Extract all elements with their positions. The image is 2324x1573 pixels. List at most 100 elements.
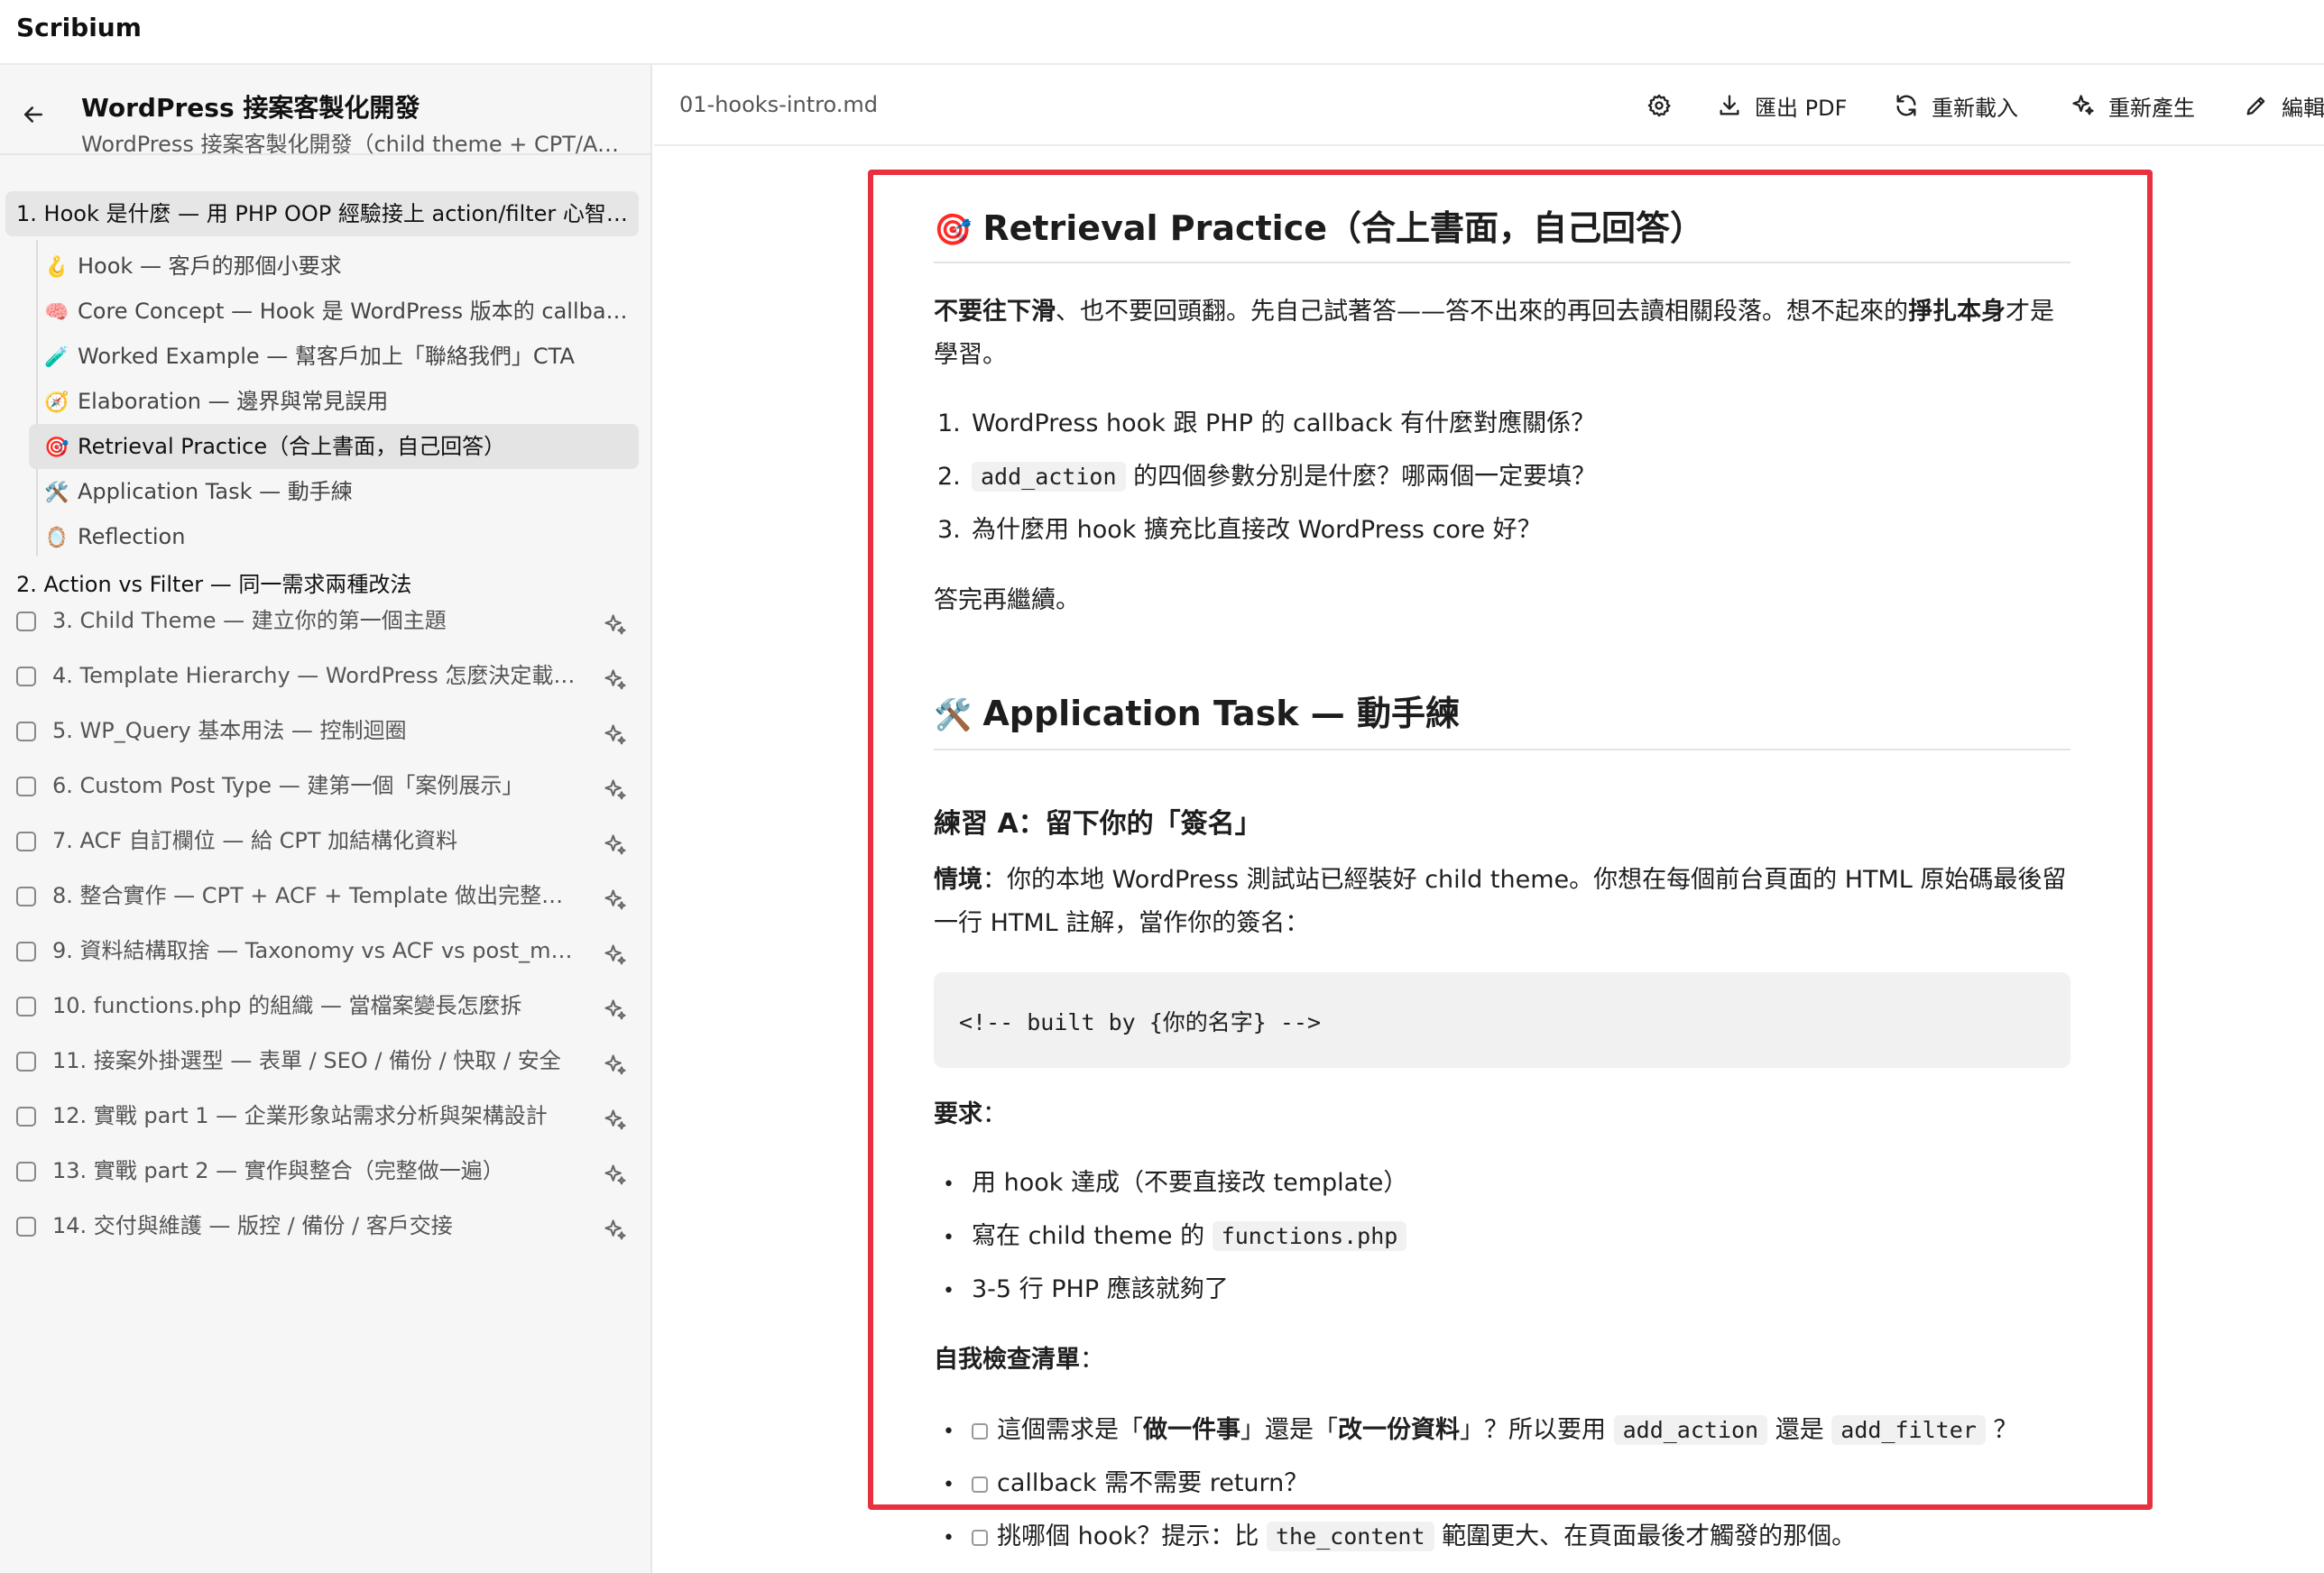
sparkles-icon[interactable] [603, 1048, 628, 1075]
course-header: WordPress 接案客製化開發 WordPress 接案客製化開發（chil… [0, 65, 650, 157]
chapter-item[interactable]: 7. ACF 自訂欄位 — 給 CPT 加結構化資料 [16, 818, 630, 863]
section-item-worked-example[interactable]: 🧪 Worked Example — 幫客戶加上「聯絡我們」CTA [29, 334, 639, 379]
chapter-item[interactable]: 6. Custom Post Type — 建第一個「案例展示」 [16, 763, 630, 808]
chapter-item[interactable]: 11. 接案外掛選型 — 表單 / SEO / 備份 / 快取 / 安全 [16, 1038, 630, 1083]
chapter-item[interactable]: 3. Child Theme — 建立你的第一個主題 [16, 598, 630, 643]
section-item-hook[interactable]: 🪝 Hook — 客戶的那個小要求 [29, 244, 639, 289]
chapter-checkbox[interactable] [16, 942, 36, 961]
app-bar: Scribium [0, 0, 2324, 65]
reload-button[interactable]: 重新載入 [1894, 85, 2018, 126]
check-colon: ： [1080, 1346, 1104, 1374]
sparkles-icon [2072, 95, 2094, 115]
chapter-label: 3. Child Theme — 建立你的第一個主題 [52, 608, 447, 633]
sparkles-icon[interactable] [603, 663, 628, 690]
section-item-elaboration[interactable]: 🧭 Elaboration — 邊界與常見誤用 [29, 379, 639, 424]
chapter-checkbox[interactable] [16, 997, 36, 1016]
sparkles-icon[interactable] [603, 883, 628, 910]
brain-icon: 🧠 [44, 301, 69, 324]
chapter-label: 10. functions.php 的組織 — 當檔案變長怎麼拆 [52, 993, 522, 1018]
chapter-item[interactable]: 13. 實戰 part 2 — 實作與整合（完整做一遍） [16, 1148, 630, 1193]
chapter-checkbox[interactable] [16, 612, 36, 631]
chapter-item[interactable]: 8. 整合實作 — CPT + ACF + Template 做出完整「… [16, 873, 630, 918]
chapter-item[interactable]: 14. 交付與維護 — 版控 / 備份 / 客戶交接 [16, 1203, 630, 1248]
section-item-core-concept[interactable]: 🧠 Core Concept — Hook 是 WordPress 版本的 cal… [29, 289, 639, 334]
target-icon: 🎯 [934, 212, 973, 248]
chapter-item-2[interactable]: 2. Action vs Filter — 同一需求兩種改法 [16, 566, 411, 598]
chapter-checkbox[interactable] [16, 1052, 36, 1072]
checklist-item-1: • 這個需求是「做一件事」還是「改一份資料」？所以要用 add_action 還是… [943, 1415, 2018, 1445]
chapter-checkbox[interactable] [16, 722, 36, 741]
chapter-item[interactable]: 5. WP_Query 基本用法 — 控制迴圈 [16, 708, 630, 753]
retrieval-outro: 答完再繼續。 [934, 586, 1080, 614]
chapter-item[interactable]: 4. Template Hierarchy — WordPress 怎麼決定載… [16, 653, 630, 698]
regenerate-label: 重新產生 [2108, 95, 2195, 121]
course-subtitle: WordPress 接案客製化開發（child theme + CPT/ACF… [81, 132, 632, 157]
chapter-item[interactable]: 9. 資料結構取捨 — Taxonomy vs ACF vs post_meta [16, 928, 630, 973]
sidebar: WordPress 接案客製化開發 WordPress 接案客製化開發（chil… [0, 65, 652, 1573]
requirement-text: 寫在 child theme 的 [972, 1222, 1205, 1250]
heading-divider [934, 749, 2070, 750]
sparkles-icon[interactable] [603, 773, 628, 800]
task-checkbox[interactable] [972, 1476, 988, 1493]
task-checkbox[interactable] [972, 1530, 988, 1546]
sparkles-icon[interactable] [603, 828, 628, 855]
sparkles-icon[interactable] [603, 1213, 628, 1240]
retrieval-intro: 不要往下滑、也不要回頭翻。先自己試著答——答不出來的再回去讀相關段落。想不起來的… [934, 290, 2070, 377]
scenario-paragraph: 情境：你的本地 WordPress 測試站已經裝好 child theme。你想… [934, 859, 2070, 945]
sparkles-icon[interactable] [603, 1103, 628, 1130]
course-title: WordPress 接案客製化開發 [81, 93, 420, 123]
check-text: 這個需求是「 [997, 1416, 1143, 1444]
tools-icon: 🛠️ [934, 697, 973, 733]
chapter-item-1[interactable]: 1. Hook 是什麼 — 用 PHP OOP 經驗接上 action/filt… [5, 191, 639, 236]
regenerate-button[interactable]: 重新產生 [2070, 85, 2195, 126]
arrow-left-icon [24, 106, 42, 123]
sparkles-icon[interactable] [603, 718, 628, 745]
checklist-label: 自我檢查清單： [934, 1338, 2070, 1382]
req-colon: ： [982, 1100, 1007, 1128]
check-text: 挑哪個 hook？提示：比 [997, 1522, 1259, 1550]
sparkles-icon[interactable] [603, 993, 628, 1020]
chapter-checkbox[interactable] [16, 1107, 36, 1127]
chapter-item[interactable]: 12. 實戰 part 1 — 企業形象站需求分析與架構設計 [16, 1093, 630, 1138]
chapter-checkbox[interactable] [16, 887, 36, 906]
scenario-label: 情境 [934, 866, 982, 894]
target-icon: 🎯 [44, 437, 69, 459]
section-item-application-task[interactable]: 🛠️ Application Task — 動手練 [29, 469, 639, 514]
exercise-title: 練習 A：留下你的「簽名」 [934, 808, 1262, 840]
intro-bold: 不要往下滑 [934, 298, 1056, 326]
intro-text: 、也不要回頭翻。先自己試著答——答不出來的再回去讀相關段落。想不起來的 [1056, 298, 1908, 326]
back-button[interactable] [20, 101, 58, 139]
chapter-label: 14. 交付與維護 — 版控 / 備份 / 客戶交接 [52, 1213, 453, 1238]
sparkles-icon[interactable] [603, 608, 628, 635]
inline-code: add_action [1613, 1415, 1768, 1445]
inline-code: add_filter [1831, 1415, 1986, 1445]
edit-button[interactable]: 編輯 [2244, 85, 2324, 126]
chapter-item[interactable]: 10. functions.php 的組織 — 當檔案變長怎麼拆 [16, 983, 630, 1028]
sparkles-icon[interactable] [603, 1158, 628, 1185]
file-name: 01-hooks-intro.md [679, 92, 878, 117]
check-text: 」還是「 [1240, 1416, 1338, 1444]
chapter-label: 12. 實戰 part 1 — 企業形象站需求分析與架構設計 [52, 1103, 548, 1128]
chapter-checkbox[interactable] [16, 832, 36, 851]
section-item-reflection[interactable]: 🪞 Reflection [29, 514, 639, 559]
export-pdf-button[interactable]: 匯出 PDF [1717, 85, 1847, 126]
retrieval-heading: 🎯 Retrieval Practice（合上書面，自己回答） [934, 200, 1704, 250]
question-1: 1. WordPress hook 跟 PHP 的 callback 有什麼對應關… [937, 409, 1596, 437]
inline-code: add_action [972, 462, 1126, 492]
requirement-1: • 用 hook 達成（不要直接改 template） [943, 1169, 1408, 1197]
chapter-label: 9. 資料結構取捨 — Taxonomy vs ACF vs post_meta [52, 938, 576, 963]
app-title: Scribium [16, 13, 142, 42]
section-item-retrieval-practice[interactable]: 🎯 Retrieval Practice（合上書面，自己回答） [29, 424, 639, 469]
settings-button[interactable] [1646, 85, 1684, 126]
section-label: Application Task — 動手練 [78, 479, 353, 504]
chapter-checkbox[interactable] [16, 667, 36, 686]
chapter-checkbox[interactable] [16, 1217, 36, 1237]
sparkles-icon[interactable] [603, 938, 628, 965]
task-checkbox[interactable] [972, 1423, 988, 1440]
chapter-checkbox[interactable] [16, 777, 36, 796]
chapter-checkbox[interactable] [16, 1162, 36, 1182]
requirement-2: • 寫在 child theme 的 functions.php [943, 1219, 1407, 1256]
edit-label: 編輯 [2282, 95, 2324, 121]
retrieval-heading-text: Retrieval Practice（合上書面，自己回答） [982, 208, 1704, 248]
chapter-label: 8. 整合實作 — CPT + ACF + Template 做出完整「… [52, 883, 576, 908]
